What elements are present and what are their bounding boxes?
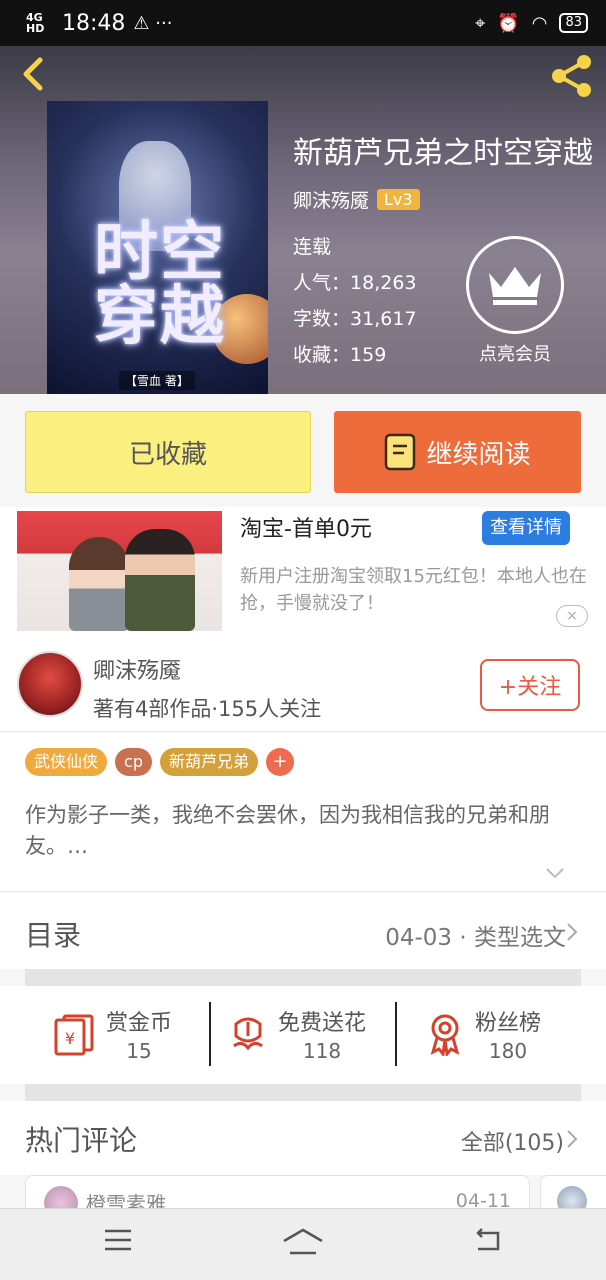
book-author[interactable]: 卿沫殇魇 xyxy=(293,186,369,213)
notification-icons: ⚠ ··· xyxy=(133,12,173,34)
status-bar: 4G HD 18:48 ⚠ ··· ⌖ ⏰ ◠ 83 xyxy=(0,0,606,46)
fan-ranking-label: 粉丝榜 xyxy=(475,1011,542,1036)
ad-person-left xyxy=(69,537,129,631)
fan-ranking-item[interactable]: 粉丝榜 180 xyxy=(425,1002,541,1066)
favorites-label: 收藏： xyxy=(293,344,351,366)
all-comments-link[interactable]: 全部(105) xyxy=(461,1125,564,1157)
ad-image[interactable] xyxy=(17,511,222,631)
alarm-icon: ⏰ xyxy=(497,12,520,34)
chevron-down-icon[interactable] xyxy=(545,866,565,880)
home-icon[interactable] xyxy=(282,1227,324,1257)
support-stats-row: ¥ 赏金币 15 免费送花 118 粉丝榜 180 xyxy=(0,986,606,1084)
section-divider xyxy=(25,1084,581,1101)
member-button[interactable]: 点亮会员 xyxy=(466,236,564,366)
add-tag-button[interactable]: + xyxy=(265,748,294,776)
author-avatar[interactable] xyxy=(17,651,83,717)
chevron-right-icon xyxy=(567,1130,578,1148)
battery-indicator: 83 xyxy=(559,13,588,33)
words-label: 字数： xyxy=(293,308,351,330)
ad-person-right xyxy=(125,529,195,631)
description-block: 武侠仙侠 cp 新葫芦兄弟 + 作为影子一类，我绝不会罢休，因为我相信我的兄弟和… xyxy=(0,732,606,891)
reward-coins-item[interactable]: ¥ 赏金币 15 xyxy=(52,1002,172,1066)
book-title: 新葫芦兄弟之时空穿越 xyxy=(293,136,593,171)
ad-title[interactable]: 淘宝-首单0元 xyxy=(240,511,372,543)
author-meta: 著有4部作品·155人关注 xyxy=(93,697,322,721)
table-of-contents-row[interactable]: 目录 04-03 · 类型选文 xyxy=(0,891,606,969)
free-flowers-label: 免费送花 xyxy=(278,1011,367,1036)
chevron-right-icon xyxy=(567,923,578,941)
tag-item[interactable]: 新葫芦兄弟 xyxy=(159,748,258,776)
section-divider xyxy=(25,969,581,986)
book-words: 字数：31,617 xyxy=(293,304,417,331)
red-envelope-icon: ¥ xyxy=(54,1014,94,1056)
ad-close-button[interactable]: × xyxy=(556,605,588,627)
words-value: 31,617 xyxy=(350,308,417,330)
popularity-value: 18,263 xyxy=(350,272,417,294)
continue-reading-label: 继续阅读 xyxy=(426,439,531,470)
tag-item[interactable]: cp xyxy=(115,748,152,776)
continue-reading-button[interactable]: 继续阅读 xyxy=(334,411,581,493)
author-level-badge: Lv3 xyxy=(377,189,420,210)
collected-button[interactable]: 已收藏 xyxy=(25,411,311,493)
stats-divider xyxy=(395,1002,397,1066)
author-card: 卿沫殇魇 著有4部作品·155人关注 +关注 xyxy=(0,639,606,732)
svg-text:¥: ¥ xyxy=(65,1029,75,1048)
back-nav-icon[interactable] xyxy=(472,1227,504,1255)
free-flowers-item[interactable]: 免费送花 118 xyxy=(228,1002,366,1066)
reward-coins-value: 15 xyxy=(126,1039,152,1063)
hot-comments-title: 热门评论 xyxy=(25,1124,138,1157)
medal-icon xyxy=(430,1014,460,1056)
location-icon: ⌖ xyxy=(475,12,486,34)
network-indicator: 4G HD xyxy=(26,11,45,35)
stats-divider xyxy=(209,1002,211,1066)
book-header: 时空穿越 【雪血 著】 新葫芦兄弟之时空穿越 卿沫殇魇 Lv3 连载 人气：18… xyxy=(0,46,606,394)
popularity-label: 人气： xyxy=(293,272,351,294)
toc-latest-update: 04-03 · 类型选文 xyxy=(385,925,566,951)
book-popularity: 人气：18,263 xyxy=(293,268,417,295)
book-favorites: 收藏：159 xyxy=(293,340,386,367)
member-label: 点亮会员 xyxy=(479,344,551,365)
book-author-row: 卿沫殇魇 Lv3 xyxy=(293,186,420,213)
book-description[interactable]: 作为影子一类，我绝不会罢休，因为我相信我的兄弟和朋友。… xyxy=(25,800,575,862)
flower-icon xyxy=(233,1017,263,1051)
ad-banner[interactable]: 淘宝-首单0元 查看详情 新用户注册淘宝领取15元红包！本地人也在抢，手慢就没了… xyxy=(0,507,606,639)
tag-list: 武侠仙侠 cp 新葫芦兄弟 + xyxy=(25,748,294,776)
follow-button[interactable]: +关注 xyxy=(480,659,580,711)
book-status: 连载 xyxy=(293,236,332,258)
book-cover[interactable]: 时空穿越 【雪血 著】 xyxy=(47,101,268,394)
toc-label: 目录 xyxy=(25,919,82,952)
system-nav-bar xyxy=(0,1208,606,1280)
free-flowers-value: 118 xyxy=(302,1039,342,1063)
crown-icon xyxy=(466,236,564,334)
ad-description: 新用户注册淘宝领取15元红包！本地人也在抢，手慢就没了！ xyxy=(240,566,587,614)
ad-details-button[interactable]: 查看详情 xyxy=(482,511,570,545)
tag-item[interactable]: 武侠仙侠 xyxy=(25,748,108,776)
menu-icon[interactable] xyxy=(103,1227,133,1253)
cover-title: 时空穿越 xyxy=(94,215,226,354)
fan-ranking-value: 180 xyxy=(488,1039,528,1063)
wifi-icon: ◠ xyxy=(531,12,548,34)
reward-coins-label: 赏金币 xyxy=(106,1011,173,1036)
favorites-value: 159 xyxy=(350,344,387,366)
book-icon xyxy=(385,433,416,471)
back-icon[interactable] xyxy=(14,54,54,94)
share-icon[interactable] xyxy=(548,52,596,100)
author-name[interactable]: 卿沫殇魇 xyxy=(93,653,181,685)
cover-author-tag: 【雪血 著】 xyxy=(119,371,195,390)
hot-comments-header: 热门评论 全部(105) xyxy=(0,1101,606,1175)
status-time: 18:48 xyxy=(62,10,126,36)
